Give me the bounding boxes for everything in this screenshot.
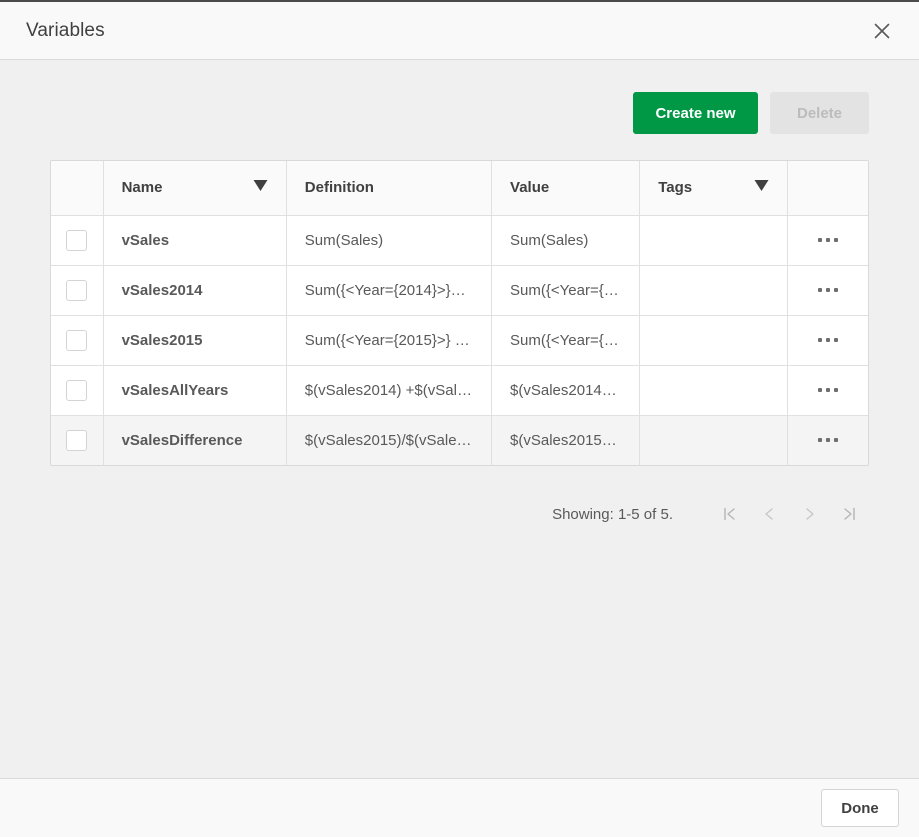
table-header-row: Name Definition: [51, 161, 868, 215]
cell-tags: [640, 415, 788, 465]
close-icon[interactable]: [865, 14, 899, 48]
table-row[interactable]: vSalesAllYears $(vSales2014) +$(vSal… $(…: [51, 365, 868, 415]
cell-value: Sum(Sales): [492, 215, 640, 265]
variables-table-container: Name Definition: [50, 160, 869, 466]
row-select-cell[interactable]: [51, 315, 103, 365]
kebab-menu-icon[interactable]: [811, 326, 845, 354]
column-header-actions: [788, 161, 868, 215]
column-header-name[interactable]: Name: [103, 161, 286, 215]
showing-count-label: Showing: 1-5 of 5.: [552, 506, 673, 523]
cell-definition: Sum({<Year={2015}>} …: [286, 315, 491, 365]
cell-actions[interactable]: [788, 215, 868, 265]
column-header-tags-label: Tags: [658, 179, 692, 196]
variables-dialog: Variables Create new Delete Name: [0, 2, 919, 837]
dialog-footer: Done: [0, 778, 919, 837]
cell-definition: $(vSales2014) +$(vSal…: [286, 365, 491, 415]
cell-value: Sum({<Year={…: [492, 265, 640, 315]
cell-value: $(vSales2014…: [492, 365, 640, 415]
cell-value: $(vSales2015…: [492, 415, 640, 465]
column-header-definition-label: Definition: [305, 179, 374, 196]
column-header-select-all: [51, 161, 103, 215]
cell-definition: Sum({<Year={2014}>}S…: [286, 265, 491, 315]
cell-tags: [640, 315, 788, 365]
column-header-tags[interactable]: Tags: [640, 161, 788, 215]
column-header-definition[interactable]: Definition: [286, 161, 491, 215]
table-toolbar: Create new Delete: [50, 60, 869, 134]
cell-tags: [640, 265, 788, 315]
done-button[interactable]: Done: [821, 789, 899, 827]
dialog-header: Variables: [0, 2, 919, 60]
kebab-menu-icon[interactable]: [811, 376, 845, 404]
cell-actions[interactable]: [788, 315, 868, 365]
row-checkbox[interactable]: [66, 430, 87, 451]
dialog-title: Variables: [26, 20, 105, 42]
last-page-icon[interactable]: [829, 500, 869, 528]
cell-name: vSalesAllYears: [103, 365, 286, 415]
cell-actions[interactable]: [788, 265, 868, 315]
cell-definition: Sum(Sales): [286, 215, 491, 265]
pagination: Showing: 1-5 of 5.: [50, 500, 869, 528]
cell-actions[interactable]: [788, 415, 868, 465]
column-header-value-label: Value: [510, 179, 549, 196]
create-new-button[interactable]: Create new: [633, 92, 758, 134]
filter-icon-name[interactable]: [253, 179, 268, 196]
kebab-menu-icon[interactable]: [811, 276, 845, 304]
column-header-name-label: Name: [122, 179, 163, 196]
cell-tags: [640, 215, 788, 265]
table-row[interactable]: vSales2015 Sum({<Year={2015}>} … Sum({<Y…: [51, 315, 868, 365]
cell-value: Sum({<Year={…: [492, 315, 640, 365]
previous-page-icon[interactable]: [749, 500, 789, 528]
table-row[interactable]: vSalesDifference $(vSales2015)/$(vSale… …: [51, 415, 868, 465]
cell-name: vSalesDifference: [103, 415, 286, 465]
column-header-value[interactable]: Value: [492, 161, 640, 215]
dialog-body: Create new Delete Name: [0, 60, 919, 778]
next-page-icon[interactable]: [789, 500, 829, 528]
table-body: vSales Sum(Sales) Sum(Sales) vSales2014: [51, 215, 868, 465]
cell-definition: $(vSales2015)/$(vSale…: [286, 415, 491, 465]
row-select-cell[interactable]: [51, 365, 103, 415]
row-checkbox[interactable]: [66, 280, 87, 301]
table-header: Name Definition: [51, 161, 868, 215]
cell-tags: [640, 365, 788, 415]
row-select-cell[interactable]: [51, 415, 103, 465]
row-select-cell[interactable]: [51, 215, 103, 265]
kebab-menu-icon[interactable]: [811, 226, 845, 254]
row-checkbox[interactable]: [66, 330, 87, 351]
table-row[interactable]: vSales Sum(Sales) Sum(Sales): [51, 215, 868, 265]
kebab-menu-icon[interactable]: [811, 426, 845, 454]
filter-icon-tags[interactable]: [754, 179, 769, 196]
cell-name: vSales2014: [103, 265, 286, 315]
cell-name: vSales2015: [103, 315, 286, 365]
first-page-icon[interactable]: [709, 500, 749, 528]
variables-table: Name Definition: [51, 161, 868, 465]
row-checkbox[interactable]: [66, 380, 87, 401]
delete-button: Delete: [770, 92, 869, 134]
row-select-cell[interactable]: [51, 265, 103, 315]
row-checkbox[interactable]: [66, 230, 87, 251]
table-row[interactable]: vSales2014 Sum({<Year={2014}>}S… Sum({<Y…: [51, 265, 868, 315]
cell-name: vSales: [103, 215, 286, 265]
cell-actions[interactable]: [788, 365, 868, 415]
